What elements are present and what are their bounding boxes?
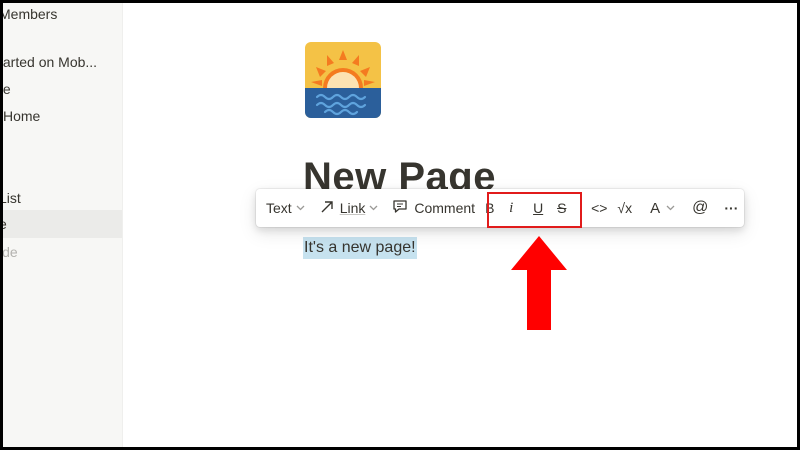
arrow-up-right-icon	[320, 200, 334, 217]
text-type-group: Text	[256, 189, 311, 227]
sidebar-item-label: te	[3, 81, 11, 97]
sidebar-item-current-page[interactable]: e	[3, 210, 122, 238]
text-color-dropdown[interactable]: A	[640, 194, 685, 222]
more-options-button[interactable]: ···	[715, 194, 747, 222]
sidebar-item-home[interactable]: Home	[3, 102, 122, 130]
comment-group: Comment	[384, 189, 481, 227]
chevron-down-icon	[296, 205, 305, 211]
code-icon: <>	[591, 200, 608, 216]
comment-label: Comment	[414, 200, 476, 216]
sidebar: Members tarted on Mob... te Home List e …	[3, 3, 123, 447]
turn-into-dropdown[interactable]: Text	[256, 194, 311, 222]
app-window: Members tarted on Mob... te Home List e …	[3, 3, 797, 447]
sidebar-item-guide[interactable]: ide	[3, 238, 122, 266]
sidebar-item-list[interactable]: List	[3, 184, 122, 212]
link-button[interactable]: Link	[311, 194, 385, 222]
at-icon: @	[692, 199, 709, 216]
selected-text[interactable]: It's a new page!	[303, 237, 417, 259]
code-group: <> √x	[585, 189, 640, 227]
comment-icon	[392, 199, 408, 217]
inline-code-button[interactable]: <>	[587, 194, 611, 222]
sunrise-icon[interactable]	[305, 42, 381, 118]
more-icon: ···	[724, 200, 739, 216]
chevron-down-icon	[666, 205, 675, 211]
color-group: A	[640, 189, 685, 227]
annotation-highlight-box	[487, 192, 582, 228]
sidebar-item-getting-started[interactable]: tarted on Mob...	[3, 48, 122, 76]
comment-button[interactable]: Comment	[384, 194, 481, 222]
sidebar-item-label: Home	[3, 108, 41, 124]
mention-button[interactable]: @	[685, 194, 715, 222]
link-group: Link	[311, 189, 385, 227]
sidebar-item-template[interactable]: te	[3, 75, 122, 103]
chevron-down-icon	[369, 205, 378, 211]
sidebar-item-label: e	[3, 210, 7, 238]
sidebar-item-label: tarted on Mob...	[3, 54, 98, 70]
mention-group: @	[685, 189, 715, 227]
turn-into-label: Text	[266, 200, 292, 216]
text-color-label: A	[650, 199, 661, 217]
annotation-arrow-up-icon	[511, 236, 567, 330]
sidebar-item-label: List	[3, 190, 21, 206]
sidebar-item-label: Members	[3, 6, 58, 22]
link-label: Link	[339, 200, 366, 216]
equation-icon: √x	[617, 200, 633, 216]
sidebar-item-label: ide	[3, 244, 18, 260]
equation-button[interactable]: √x	[611, 194, 638, 222]
sidebar-item-members[interactable]: Members	[3, 3, 122, 28]
more-group: ···	[715, 189, 747, 227]
